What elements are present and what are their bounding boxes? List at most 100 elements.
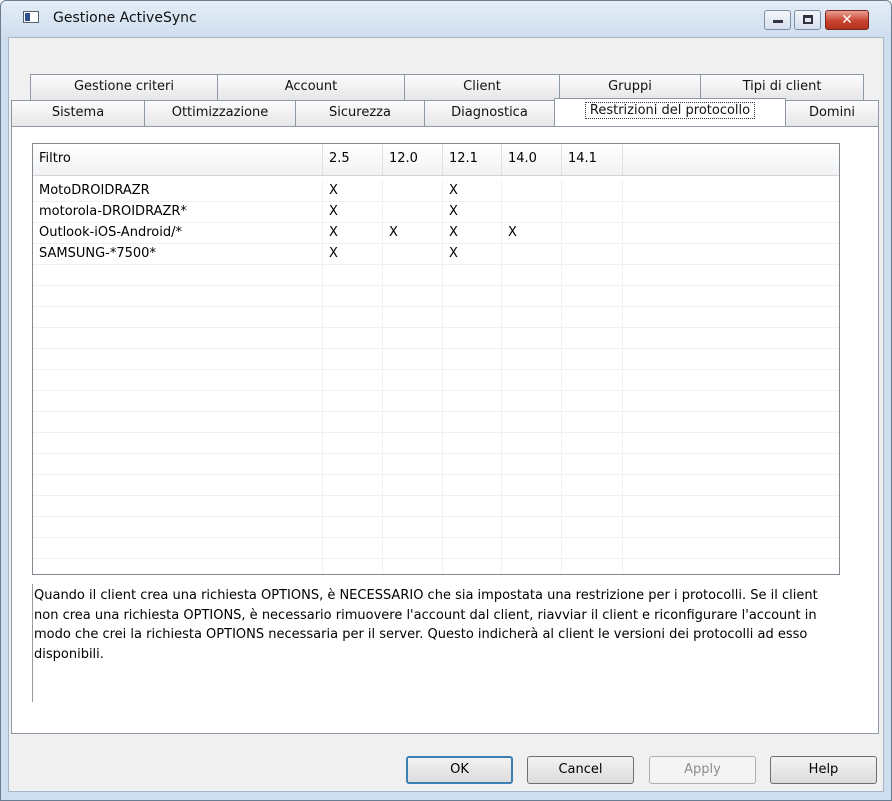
tab-client[interactable]: Client — [404, 74, 560, 100]
protocol-cell — [323, 454, 383, 475]
protocol-cell — [502, 517, 562, 538]
protocol-cell — [502, 391, 562, 412]
protocol-restrictions-list[interactable]: Filtro 2.5 12.0 12.1 14.0 14.1 MotoDROID… — [32, 143, 840, 575]
protocol-cell — [502, 433, 562, 454]
minimize-button[interactable] — [764, 10, 791, 30]
protocol-cell — [323, 433, 383, 454]
protocol-cell — [502, 307, 562, 328]
empty-row — [33, 265, 839, 286]
protocol-cell — [502, 244, 562, 265]
protocol-cell — [323, 370, 383, 391]
protocol-cell — [443, 433, 502, 454]
protocol-cell — [383, 391, 443, 412]
help-button[interactable]: Help — [770, 756, 877, 784]
tab-diagnostica[interactable]: Diagnostica — [424, 100, 555, 126]
filter-cell — [33, 349, 323, 370]
protocol-cell — [562, 328, 623, 349]
protocol-cell — [562, 517, 623, 538]
protocol-cell — [502, 349, 562, 370]
minimize-icon — [773, 20, 783, 23]
ok-button[interactable]: OK — [406, 756, 513, 784]
filter-cell — [33, 559, 323, 574]
empty-row — [33, 433, 839, 454]
filter-cell — [33, 433, 323, 454]
protocol-cell — [502, 328, 562, 349]
protocol-cell — [562, 412, 623, 433]
protocol-cell — [443, 328, 502, 349]
dialog-body: Gestione criteri Account Client Gruppi T… — [8, 37, 884, 792]
column-header-filtro[interactable]: Filtro — [33, 144, 323, 175]
apply-button[interactable]: Apply — [649, 756, 756, 784]
table-row[interactable]: MotoDROIDRAZR X X — [33, 181, 839, 202]
tab-account[interactable]: Account — [217, 74, 405, 100]
empty-row — [33, 328, 839, 349]
protocol-cell — [502, 412, 562, 433]
protocol-cell — [323, 517, 383, 538]
tab-domini[interactable]: Domini — [785, 100, 879, 126]
filter-cell: MotoDROIDRAZR — [33, 181, 323, 202]
protocol-cell — [562, 496, 623, 517]
empty-row — [33, 307, 839, 328]
protocol-cell — [323, 412, 383, 433]
protocol-cell: X — [323, 181, 383, 202]
column-header-14-0[interactable]: 14.0 — [502, 144, 562, 175]
column-header-14-1[interactable]: 14.1 — [562, 144, 623, 175]
protocol-cell — [562, 286, 623, 307]
table-row[interactable]: Outlook-iOS-Android/* X X X X — [33, 223, 839, 244]
table-row[interactable]: SAMSUNG-*7500* X X — [33, 244, 839, 265]
tab-ottimizzazione[interactable]: Ottimizzazione — [144, 100, 296, 126]
empty-row — [33, 454, 839, 475]
protocol-cell — [383, 181, 443, 202]
protocol-cell — [383, 265, 443, 286]
filter-cell — [33, 538, 323, 559]
column-header-12-0[interactable]: 12.0 — [383, 144, 443, 175]
list-header: Filtro 2.5 12.0 12.1 14.0 14.1 — [33, 144, 839, 176]
protocol-cell: X — [502, 223, 562, 244]
protocol-cell — [383, 244, 443, 265]
tab-gruppi[interactable]: Gruppi — [559, 74, 701, 100]
protocol-cell — [443, 538, 502, 559]
protocol-cell — [323, 307, 383, 328]
protocol-cell — [383, 328, 443, 349]
protocol-cell — [562, 223, 623, 244]
protocol-cell — [323, 328, 383, 349]
close-button[interactable]: ✕ — [825, 10, 869, 30]
column-header-12-1[interactable]: 12.1 — [443, 144, 502, 175]
protocol-cell: X — [443, 223, 502, 244]
tab-tipi-di-client[interactable]: Tipi di client — [700, 74, 864, 100]
filter-cell — [33, 265, 323, 286]
tab-restrizioni-del-protocollo[interactable]: Restrizioni del protocollo — [554, 98, 786, 126]
filter-cell — [33, 496, 323, 517]
protocol-cell: X — [443, 181, 502, 202]
protocol-cell — [562, 559, 623, 574]
filter-cell — [33, 286, 323, 307]
protocol-cell — [383, 412, 443, 433]
tab-sistema[interactable]: Sistema — [11, 100, 145, 126]
protocol-cell — [383, 349, 443, 370]
protocol-cell — [502, 454, 562, 475]
protocol-cell — [443, 559, 502, 574]
protocol-cell — [562, 370, 623, 391]
table-row[interactable]: motorola-DROIDRAZR* X X — [33, 202, 839, 223]
tab-gestione-criteri[interactable]: Gestione criteri — [30, 74, 218, 100]
title-bar[interactable]: Gestione ActiveSync ✕ — [1, 1, 891, 37]
column-header-2-5[interactable]: 2.5 — [323, 144, 383, 175]
protocol-cell — [502, 559, 562, 574]
protocol-cell — [383, 496, 443, 517]
filter-cell: motorola-DROIDRAZR* — [33, 202, 323, 223]
protocol-cell — [562, 538, 623, 559]
protocol-cell — [502, 496, 562, 517]
protocol-cell — [443, 307, 502, 328]
filter-cell — [33, 307, 323, 328]
cancel-button[interactable]: Cancel — [527, 756, 634, 784]
tab-sicurezza[interactable]: Sicurezza — [295, 100, 425, 126]
protocol-cell — [443, 349, 502, 370]
maximize-button[interactable] — [794, 10, 821, 30]
protocol-cell — [383, 538, 443, 559]
protocol-cell — [502, 286, 562, 307]
protocol-cell — [383, 286, 443, 307]
protocol-cell: X — [323, 202, 383, 223]
protocol-cell — [562, 454, 623, 475]
protocol-cell: X — [323, 223, 383, 244]
protocol-cell — [383, 433, 443, 454]
